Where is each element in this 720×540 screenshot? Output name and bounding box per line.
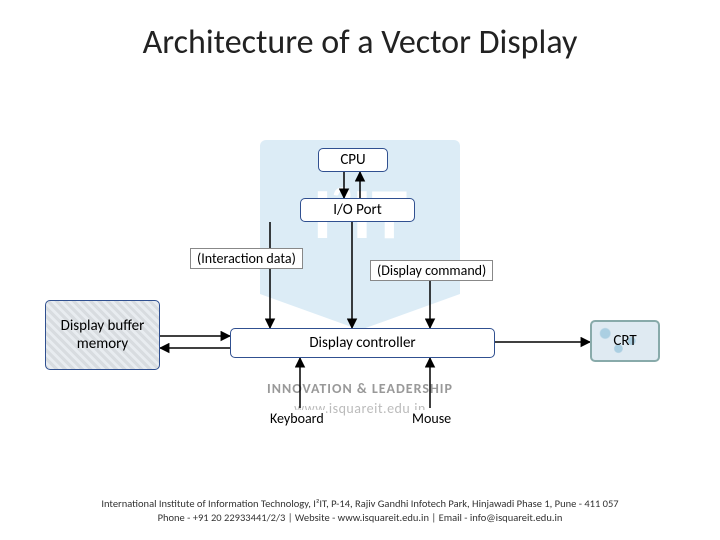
diagram-canvas: I2IT INNOVATION & LEADERSHIP www.isquare… (0, 0, 720, 540)
label-interaction-data: (Interaction data) (190, 248, 303, 269)
node-display-buffer-memory: Display buffer memory (45, 300, 160, 370)
watermark-url: www.isquareit.edu.in (0, 400, 720, 417)
footer-line-2: Phone - +91 20 22933441/2/3 | Website - … (20, 511, 700, 526)
node-io-port: I/O Port (300, 198, 415, 222)
label-display-command: (Display command) (370, 260, 493, 281)
node-mouse: Mouse (410, 410, 453, 427)
node-crt: CRT (590, 320, 660, 362)
node-keyboard: Keyboard (268, 410, 326, 427)
footer-line-1: International Institute of Information T… (20, 497, 700, 512)
footer: International Institute of Information T… (0, 497, 720, 526)
node-cpu: CPU (318, 148, 388, 172)
watermark-tagline: INNOVATION & LEADERSHIP (0, 380, 720, 397)
node-display-controller: Display controller (230, 328, 495, 358)
